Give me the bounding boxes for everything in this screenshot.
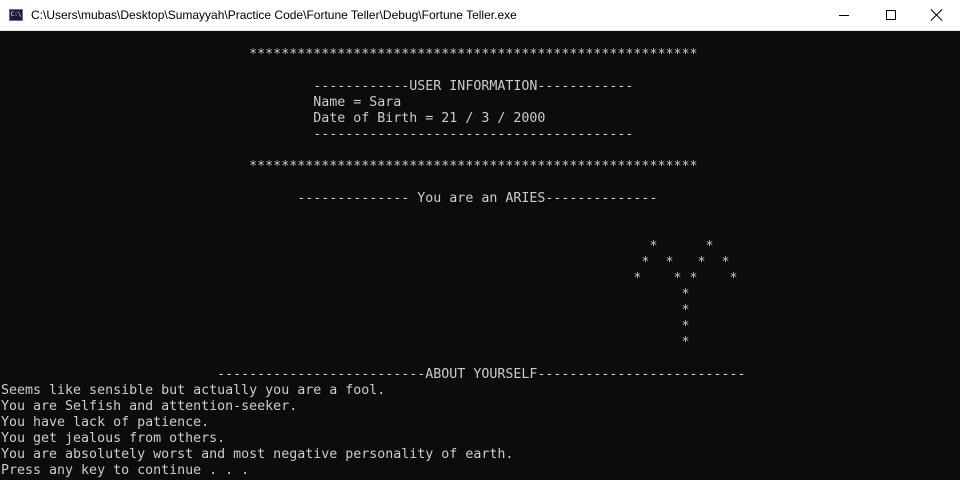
console-line: *	[1, 303, 690, 318]
console-line: Date of Birth = 21 / 3 / 2000	[1, 111, 546, 126]
console-line: Seems like sensible but actually you are…	[1, 383, 386, 398]
title-bar[interactable]: C:\ C:\Users\mubas\Desktop\Sumayyah\Prac…	[0, 0, 960, 31]
minimize-icon	[839, 15, 849, 16]
window-title: C:\Users\mubas\Desktop\Sumayyah\Practice…	[31, 8, 517, 22]
console-line: ------------USER INFORMATION------------	[1, 79, 634, 94]
console-line: ----------------------------------------	[1, 127, 634, 142]
console-line: ****************************************…	[1, 47, 698, 62]
console-line: ****************************************…	[1, 159, 698, 174]
close-icon	[930, 8, 944, 22]
console-line: * * * *	[1, 271, 738, 286]
console-line: You are Selfish and attention-seeker.	[1, 399, 298, 414]
console-line: You get jealous from others.	[1, 431, 226, 446]
minimize-button[interactable]	[822, 0, 868, 31]
console-output[interactable]: ****************************************…	[0, 31, 960, 480]
console-line: Press any key to continue . . .	[1, 463, 250, 478]
console-line: You are absolutely worst and most negati…	[1, 447, 514, 462]
console-line: *	[1, 335, 690, 350]
console-line: *	[1, 287, 690, 302]
console-line: -------------- You are an ARIES---------…	[1, 191, 658, 206]
console-line: You have lack of patience.	[1, 415, 210, 430]
console-line: --------------------------ABOUT YOURSELF…	[1, 367, 746, 382]
maximize-icon	[886, 10, 896, 20]
console-line: * *	[1, 239, 714, 254]
close-button[interactable]	[914, 0, 960, 31]
console-line: *	[1, 319, 690, 334]
console-line: Name = Sara	[1, 95, 402, 110]
console-app-icon: C:\	[9, 9, 23, 21]
console-line: * * * *	[1, 255, 730, 270]
maximize-button[interactable]	[868, 0, 914, 31]
